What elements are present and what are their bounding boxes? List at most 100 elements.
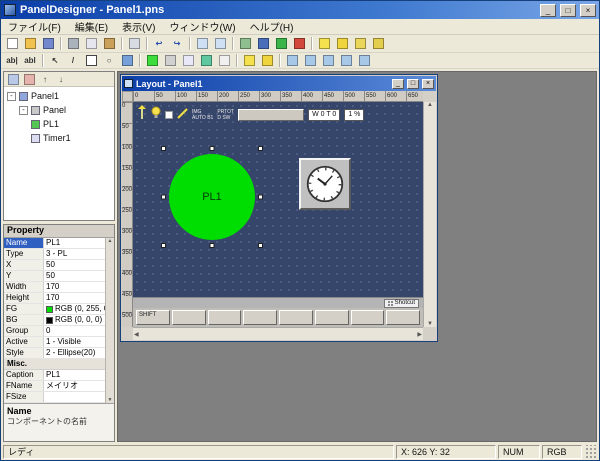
selection-handle[interactable] xyxy=(161,146,166,151)
layout-window[interactable]: Layout - Panel1 _ □ × 050100150200250300… xyxy=(120,74,438,342)
property-row-bg[interactable]: BGRGB (0, 0, 0) xyxy=(4,315,105,326)
function-button-1[interactable] xyxy=(172,310,206,325)
zoom-in-button[interactable] xyxy=(193,36,211,51)
shotcut-button[interactable]: Shotcut xyxy=(384,299,419,308)
function-button-2[interactable] xyxy=(208,310,242,325)
percent-display-component[interactable]: 1 % xyxy=(344,109,364,121)
minimize-button[interactable]: _ xyxy=(540,4,556,17)
lamp-post-component[interactable] xyxy=(137,105,147,124)
text-tool-button[interactable]: ab| xyxy=(3,53,21,68)
add-component-button[interactable] xyxy=(5,73,21,86)
blank-button-component[interactable] xyxy=(238,109,304,121)
wt-display-component[interactable]: W 0 T 0 xyxy=(308,109,340,121)
menu-item-2[interactable]: 表示(V) xyxy=(115,18,162,35)
expander-icon[interactable]: - xyxy=(7,92,16,101)
property-value[interactable]: メイリオ xyxy=(44,381,105,391)
function-button-7[interactable] xyxy=(386,310,420,325)
vertical-scrollbar[interactable]: ▲ ▼ xyxy=(423,102,436,327)
zoom-out-button[interactable] xyxy=(211,36,229,51)
property-value[interactable]: 170 xyxy=(44,282,105,292)
property-value[interactable]: 50 xyxy=(44,260,105,270)
function-button-5[interactable] xyxy=(315,310,349,325)
scroll-left-icon[interactable]: ◀ xyxy=(134,331,139,338)
property-row-group[interactable]: Group0 xyxy=(4,326,105,337)
design-canvas[interactable]: IMG AUTO B1 PRTOT D SW W 0 T 0 1 % xyxy=(133,102,423,327)
bulb-component[interactable] xyxy=(151,106,161,124)
property-row-fsize[interactable]: FSize xyxy=(4,392,105,403)
selection-handle[interactable] xyxy=(258,195,263,200)
clock-tool-button[interactable] xyxy=(215,53,233,68)
square-component[interactable] xyxy=(165,111,173,119)
property-row-fg[interactable]: FGRGB (0, 255, 0) xyxy=(4,304,105,315)
open-button[interactable] xyxy=(21,36,39,51)
maximize-button[interactable]: □ xyxy=(560,4,576,17)
menu-item-1[interactable]: 編集(E) xyxy=(68,18,115,35)
horizontal-scrollbar[interactable]: ◀ ▶ xyxy=(133,327,423,340)
paste-button[interactable] xyxy=(100,36,118,51)
clock-component[interactable] xyxy=(299,158,351,210)
property-value[interactable]: 3 - PL xyxy=(44,249,105,259)
preview-button[interactable] xyxy=(254,36,272,51)
switch-tool-button[interactable] xyxy=(161,53,179,68)
menu-item-0[interactable]: ファイル(F) xyxy=(1,18,68,35)
selection-handle[interactable] xyxy=(161,243,166,248)
align-left-button[interactable] xyxy=(283,53,301,68)
function-button-0[interactable]: SHIFT xyxy=(136,310,170,325)
property-value[interactable]: RGB (0, 0, 0) xyxy=(44,315,105,325)
property-value[interactable]: RGB (0, 255, 0) xyxy=(44,304,105,314)
property-value[interactable]: 170 xyxy=(44,293,105,303)
selection-handle[interactable] xyxy=(258,243,263,248)
close-button[interactable]: × xyxy=(580,4,596,17)
undo-button[interactable]: ↩ xyxy=(150,36,168,51)
pen-component[interactable] xyxy=(177,106,188,124)
group-button[interactable] xyxy=(351,36,369,51)
send-to-back-button[interactable] xyxy=(333,36,351,51)
grid-button[interactable] xyxy=(236,36,254,51)
bring-to-front-button[interactable] xyxy=(315,36,333,51)
new-button[interactable] xyxy=(3,36,21,51)
selection-handle[interactable] xyxy=(258,146,263,151)
rect-tool-button[interactable] xyxy=(82,53,100,68)
ellipse-tool-button[interactable]: ○ xyxy=(100,53,118,68)
menu-item-4[interactable]: ヘルプ(H) xyxy=(243,18,301,35)
layout-minimize-button[interactable]: _ xyxy=(392,79,404,89)
property-row-style[interactable]: Style2 - Ellipse(20) xyxy=(4,348,105,359)
property-value[interactable]: PL1 xyxy=(44,370,105,380)
lamp-tool-button[interactable] xyxy=(143,53,161,68)
align-top-button[interactable] xyxy=(337,53,355,68)
copy-style-button[interactable] xyxy=(258,53,276,68)
property-row-type[interactable]: Type3 - PL xyxy=(4,249,105,260)
scroll-down-icon[interactable]: ▼ xyxy=(108,397,113,403)
property-row-x[interactable]: X50 xyxy=(4,260,105,271)
resize-grip[interactable] xyxy=(584,445,597,459)
expander-icon[interactable]: - xyxy=(19,106,28,115)
property-value[interactable]: PL1 xyxy=(44,238,105,248)
label-tool-button[interactable]: abl xyxy=(21,53,39,68)
tree-item-pl1[interactable]: PL1 xyxy=(4,117,114,131)
property-row-caption[interactable]: CaptionPL1 xyxy=(4,370,105,381)
scroll-up-icon[interactable]: ▲ xyxy=(427,102,433,108)
duplicate-button[interactable] xyxy=(240,53,258,68)
scroll-right-icon[interactable]: ▶ xyxy=(417,331,422,338)
layout-maximize-button[interactable]: □ xyxy=(407,79,419,89)
menu-item-3[interactable]: ウィンドウ(W) xyxy=(162,18,242,35)
run-button[interactable] xyxy=(272,36,290,51)
move-down-button[interactable]: ↓ xyxy=(53,73,69,86)
component-tree[interactable]: -Panel1-PanelPL1Timer1 xyxy=(4,87,114,220)
property-value[interactable]: 2 - Ellipse(20) xyxy=(44,348,105,358)
scroll-up-icon[interactable]: ▲ xyxy=(108,238,113,244)
property-value[interactable]: 0 xyxy=(44,326,105,336)
title-bar[interactable]: PanelDesigner - Panel1.pns _ □ × xyxy=(1,1,599,19)
property-row-y[interactable]: Y50 xyxy=(4,271,105,282)
image-tool-button[interactable] xyxy=(118,53,136,68)
move-up-button[interactable]: ↑ xyxy=(37,73,53,86)
property-row-fname[interactable]: FNameメイリオ xyxy=(4,381,105,392)
layout-close-button[interactable]: × xyxy=(422,79,434,89)
selection-handle[interactable] xyxy=(161,195,166,200)
delete-component-button[interactable] xyxy=(21,73,37,86)
selection-handle[interactable] xyxy=(210,146,215,151)
property-value[interactable]: 50 xyxy=(44,271,105,281)
copy-button[interactable] xyxy=(82,36,100,51)
selection-handle[interactable] xyxy=(210,243,215,248)
stop-button[interactable] xyxy=(290,36,308,51)
